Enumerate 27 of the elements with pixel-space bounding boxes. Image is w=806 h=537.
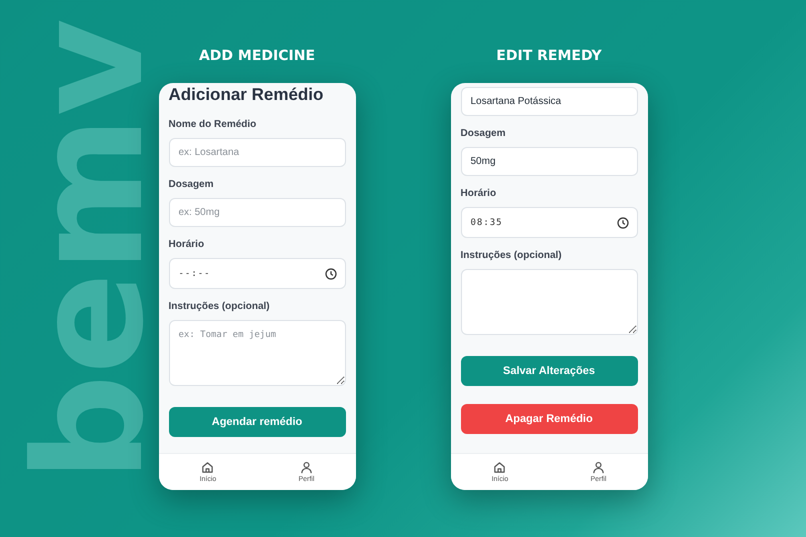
field-label: Nome do Remédio <box>168 119 258 131</box>
action-button[interactable]: Salvar Alterações <box>460 356 638 386</box>
field-label: Horário <box>168 239 206 251</box>
field-label: Dosagem <box>460 128 507 140</box>
field-label: Instruções (opcional) <box>168 301 271 313</box>
home-icon[interactable] <box>493 461 506 474</box>
field-label: Dosagem <box>168 179 215 191</box>
person-icon[interactable] <box>300 461 313 474</box>
screen-caption: EDIT REMEDY <box>496 48 602 66</box>
action-button[interactable]: Agendar remédio <box>168 407 346 437</box>
input-field[interactable]: Losartana Potássica <box>460 87 638 116</box>
field-label: Horário <box>460 188 498 200</box>
screen-caption: ADD MEDICINE <box>198 48 316 66</box>
action-button[interactable]: Apagar Remédio <box>460 404 638 434</box>
field-label: Instruções (opcional) <box>460 250 563 262</box>
page-heading: Adicionar Remédio <box>168 85 324 105</box>
time-field[interactable]: 08:35 <box>460 207 638 238</box>
input-field[interactable]: 50mg <box>460 147 638 176</box>
time-field[interactable]: --:-- <box>168 258 346 289</box>
textarea-field[interactable] <box>460 269 638 335</box>
person-icon[interactable] <box>592 461 605 474</box>
clock-icon[interactable] <box>324 268 336 280</box>
textarea-field[interactable]: ex: Tomar em jejum <box>168 320 346 386</box>
clock-icon[interactable] <box>616 217 628 229</box>
input-field[interactable]: ex: 50mg <box>168 198 346 227</box>
home-icon[interactable] <box>201 461 214 474</box>
input-field[interactable]: ex: Losartana <box>168 138 346 167</box>
